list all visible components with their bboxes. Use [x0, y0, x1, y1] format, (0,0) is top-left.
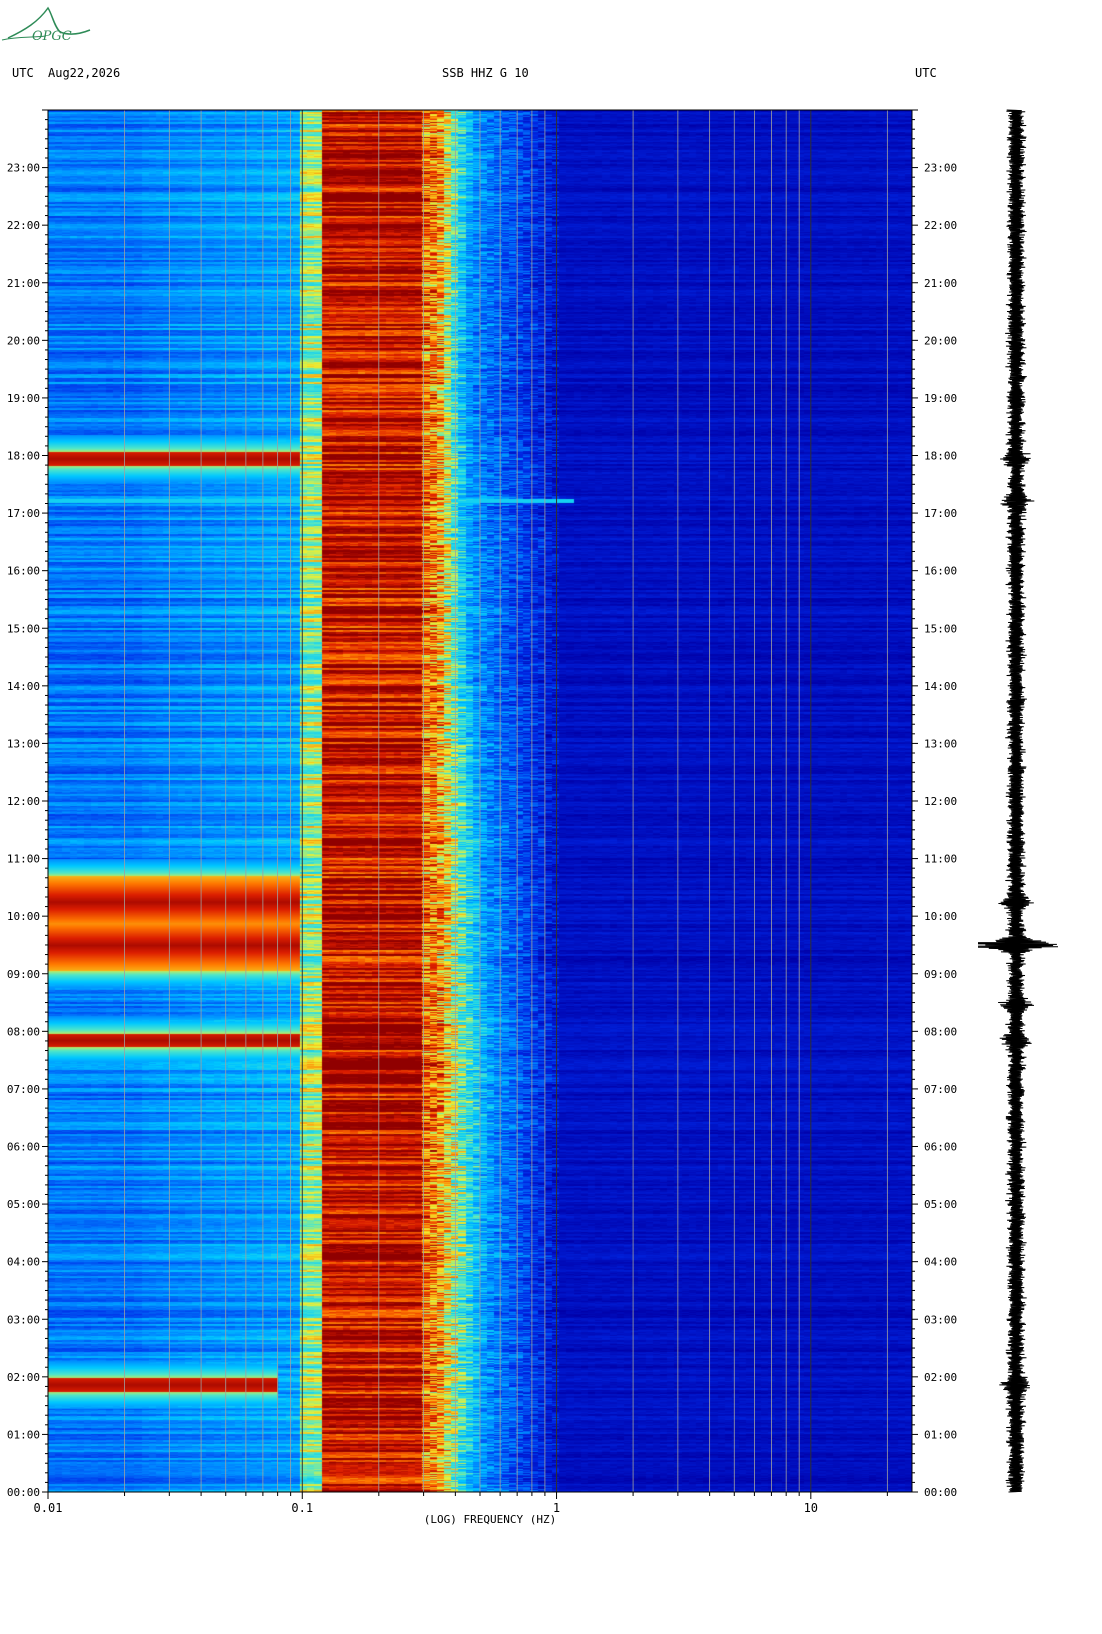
- y-tick-label-left: 07:00: [7, 1083, 40, 1096]
- y-tick-label-left: 21:00: [7, 277, 40, 290]
- y-tick-label-left: 16:00: [7, 565, 40, 578]
- y-tick-label-left: 17:00: [7, 507, 40, 520]
- y-tick-label-left: 12:00: [7, 795, 40, 808]
- y-tick-label-right: 13:00: [924, 737, 957, 750]
- y-tick-label-left: 10:00: [7, 910, 40, 923]
- y-tick-label-left: 20:00: [7, 334, 40, 347]
- y-tick-label-right: 00:00: [924, 1486, 957, 1499]
- y-tick-label-right: 06:00: [924, 1141, 957, 1154]
- y-tick-label-right: 02:00: [924, 1371, 957, 1384]
- y-tick-label-right: 05:00: [924, 1198, 957, 1211]
- y-tick-label-left: 14:00: [7, 680, 40, 693]
- y-tick-label-right: 08:00: [924, 1025, 957, 1038]
- y-tick-label-right: 21:00: [924, 277, 957, 290]
- y-tick-label-right: 14:00: [924, 680, 957, 693]
- y-tick-label-left: 05:00: [7, 1198, 40, 1211]
- y-tick-label-right: 07:00: [924, 1083, 957, 1096]
- y-tick-label-left: 06:00: [7, 1141, 40, 1154]
- spectrogram-axes: 00:00 00:00 01:00 01:00 02:00 02:00 03:00 03:00…: [7, 109, 957, 1526]
- y-tick-label-right: 03:00: [924, 1313, 957, 1326]
- x-tick-label: 0.1: [291, 1501, 313, 1515]
- y-tick-label-right: 15:00: [924, 622, 957, 635]
- y-tick-label-left: 01:00: [7, 1428, 40, 1441]
- y-tick-label-left: 23:00: [7, 162, 40, 175]
- y-tick-label-right: 22:00: [924, 219, 957, 232]
- x-tick-label: 0.01: [34, 1501, 63, 1515]
- y-tick-label-right: 04:00: [924, 1256, 957, 1269]
- y-tick-label-left: 22:00: [7, 219, 40, 232]
- y-tick-label-right: 09:00: [924, 968, 957, 981]
- seismogram-trace: [978, 109, 1058, 1493]
- y-tick-label-right: 16:00: [924, 565, 957, 578]
- y-tick-label-left: 19:00: [7, 392, 40, 405]
- y-tick-label-left: 15:00: [7, 622, 40, 635]
- y-tick-label-left: 18:00: [7, 450, 40, 463]
- y-tick-label-right: 23:00: [924, 162, 957, 175]
- seismogram-waveform: [978, 109, 1058, 1493]
- y-tick-label-left: 11:00: [7, 853, 40, 866]
- y-tick-label-right: 18:00: [924, 450, 957, 463]
- y-tick-label-right: 12:00: [924, 795, 957, 808]
- x-axis-label: (LOG) FREQUENCY (HZ): [424, 1513, 556, 1526]
- y-tick-label-right: 11:00: [924, 853, 957, 866]
- y-tick-label-left: 04:00: [7, 1256, 40, 1269]
- y-tick-label-right: 01:00: [924, 1428, 957, 1441]
- y-tick-label-right: 20:00: [924, 334, 957, 347]
- spectrogram-figure: OPGC UTC Aug22,2026 SSB HHZ G 10 UTC 00:…: [0, 0, 1102, 1634]
- y-tick-label-right: 10:00: [924, 910, 957, 923]
- y-tick-label-left: 00:00: [7, 1486, 40, 1499]
- y-tick-label-right: 19:00: [924, 392, 957, 405]
- x-tick-label: 10: [804, 1501, 818, 1515]
- y-tick-label-left: 02:00: [7, 1371, 40, 1384]
- y-tick-label-right: 17:00: [924, 507, 957, 520]
- y-tick-label-left: 09:00: [7, 968, 40, 981]
- y-tick-label-left: 13:00: [7, 737, 40, 750]
- y-tick-label-left: 08:00: [7, 1025, 40, 1038]
- y-tick-label-left: 03:00: [7, 1313, 40, 1326]
